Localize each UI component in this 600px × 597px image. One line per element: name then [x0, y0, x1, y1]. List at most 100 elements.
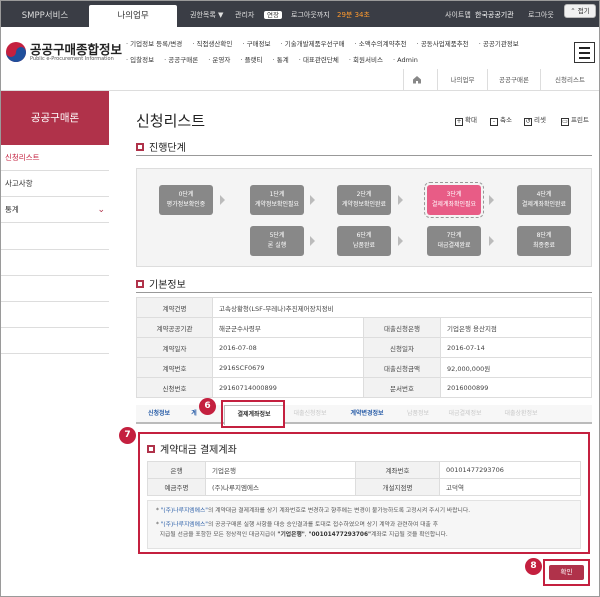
step-1: 1단계 계약정보확인필요	[250, 185, 304, 215]
contract-name-value: 고속상황청(LSF-무레나)추진제어장치정비	[212, 297, 592, 318]
nav-item[interactable]: 기업정보 등록/변경	[126, 40, 182, 48]
plus-icon: +	[455, 118, 463, 126]
arrow-right-icon	[398, 195, 403, 205]
tab-contract-change[interactable]: 계약변경정보	[338, 405, 396, 423]
section-square-icon	[147, 445, 155, 453]
nav-item[interactable]: Admin	[393, 56, 418, 64]
table-row: 예금주명 (주)나루지엠에스 개설지점명 고덕역	[147, 478, 581, 496]
notice-line: * "(주)나루지엠에스"의 공공구매론 실행 사항을 대승 승인결과를 토대로…	[156, 522, 439, 528]
print-button[interactable]: ▭ 프린트	[561, 114, 589, 126]
nav-item[interactable]: 대표관련단체	[299, 56, 339, 64]
extend-session-button[interactable]: 연장	[264, 11, 282, 19]
basic-info-section-title: 기본정보	[136, 276, 186, 291]
home-icon	[413, 76, 421, 84]
table-row: 은행 기업은행 계좌번호 00101477293706	[147, 461, 581, 479]
nav-item[interactable]: 공공기관정보	[479, 40, 519, 48]
arrow-right-icon	[310, 236, 315, 246]
tab-loan-application[interactable]: 대출신청정보	[284, 405, 336, 423]
nav-item[interactable]: 직접생산확인	[192, 40, 232, 48]
step-2: 2단계 계약정보확인완료	[337, 185, 391, 215]
tab-smpp-service[interactable]: SMPP서비스	[1, 5, 89, 27]
callout-badge: 8	[525, 558, 542, 575]
tab-repayment[interactable]: 대출상환정보	[494, 405, 548, 423]
table-row: 신청번호 29160714000899 문서번호 2016000899	[136, 377, 592, 398]
arrow-right-icon	[489, 195, 494, 205]
arrow-right-icon	[398, 236, 403, 246]
account-section-title: 계약대금 결제계좌	[147, 441, 237, 456]
highlight-box	[221, 400, 285, 428]
printer-icon: ▭	[561, 118, 569, 126]
nav-item[interactable]: 회원서비스	[349, 56, 383, 64]
basic-info-table: 계약건명 고속상황청(LSF-무레나)추진제어장치정비 계약공공기관 해군군수사…	[136, 297, 592, 398]
step-3-current: 3단계 결제계좌확인필요	[424, 182, 484, 218]
tab-delivery[interactable]: 납품정보	[398, 405, 438, 423]
progress-section-title: 진행단계	[136, 139, 186, 154]
account-notice: * "(주)나루지엠에스"의 계약대금 결제계좌를 상기 계좌번호로 변경하고 …	[147, 500, 581, 549]
step-8: 8단계 최종종료	[517, 226, 571, 256]
tab-payment-info[interactable]: 대금결제정보	[438, 405, 492, 423]
nav-item[interactable]: 운영자	[208, 56, 230, 64]
arrow-right-icon	[220, 195, 225, 205]
org-name: 한국공공기관	[475, 11, 514, 19]
callout-badge: 6	[199, 398, 216, 415]
nav-item[interactable]: 기술개발제품우선구매	[281, 40, 345, 48]
chevron-down-icon: ⌄	[97, 205, 105, 215]
step-5: 5단계 론 실행	[250, 226, 304, 256]
sitemap-link[interactable]: 사이트맵	[445, 9, 471, 21]
nav-item[interactable]: 공공구매론	[164, 56, 198, 64]
logout-link[interactable]: 로그아웃	[528, 9, 554, 21]
notice-line: * "(주)나루지엠에스"의 계약대금 결제계좌를 상기 계좌번호로 변경하고 …	[156, 508, 471, 514]
account-table: 은행 기업은행 계좌번호 00101477293706 예금주명 (주)나루지엠…	[147, 461, 581, 496]
table-row: 계약공공기관 해군군수사령부 대출신청은행 기업은행 용산지점	[136, 317, 592, 338]
nav-item[interactable]: 입찰정보	[126, 56, 154, 64]
table-row: 계약건명 고속상황청(LSF-무레나)추진제어장치정비	[136, 297, 592, 318]
zoom-in-button[interactable]: + 확대	[455, 114, 477, 126]
nav-item[interactable]: 구매정보	[242, 40, 270, 48]
main-nav: 기업정보 등록/변경 직접생산확인 구매정보 기술개발제품우선구매 소액수의계약…	[126, 36, 556, 68]
nav-item[interactable]: 소액수의계약추천	[355, 40, 407, 48]
reset-button[interactable]: ↺ 리셋	[524, 114, 546, 126]
minus-icon: -	[490, 118, 498, 126]
breadcrumb: 나의업무 공공구매론 신청리스트	[1, 69, 599, 91]
step-0: 0단계 평가정보확인중	[159, 185, 213, 215]
confirm-button[interactable]: 확인	[549, 565, 584, 580]
notice-line: 지급될 선금을 포함한 모든 정상적인 대금지급이 "기업은행", "00101…	[159, 532, 448, 538]
dropdown-arrow-icon: ▼	[218, 11, 224, 19]
fold-button[interactable]: ⌃ 접기	[564, 4, 596, 18]
step-4: 4단계 결제계좌확인완료	[517, 185, 571, 215]
taegeuk-logo-icon[interactable]	[5, 41, 27, 63]
progress-steps: 0단계 평가정보확인중 1단계 계약정보확인필요 2단계 계약정보확인완료 3단계 결제…	[136, 168, 592, 267]
auth-list-select[interactable]: 권한목록 ▼	[190, 9, 223, 21]
step-7: 7단계 대금결제완료	[427, 226, 481, 256]
sidebar-item-label: 통계	[5, 205, 19, 214]
zoom-out-button[interactable]: - 축소	[490, 114, 512, 126]
nav-item[interactable]: 공동사업제품추천	[417, 40, 469, 48]
sidebar-hero: 공공구매론	[1, 91, 109, 145]
sidebar-item-statistics[interactable]: 통계 ⌄	[1, 197, 109, 223]
arrow-right-icon	[489, 236, 494, 246]
breadcrumb-home[interactable]	[403, 69, 437, 91]
sidebar-item-incidents[interactable]: 사고사항	[1, 171, 109, 197]
reset-icon: ↺	[524, 118, 532, 126]
arrow-right-icon	[310, 195, 315, 205]
top-bar: SMPP서비스 나의업무 권한목록 ▼ 관리자 연장 로그아웃까지 29분 34…	[1, 1, 599, 27]
hamburger-menu-icon[interactable]	[574, 42, 595, 63]
nav-item[interactable]: 통계	[273, 56, 289, 64]
section-square-icon	[136, 280, 144, 288]
breadcrumb-item[interactable]: 공공구매론	[487, 69, 540, 91]
breadcrumb-item[interactable]: 나의업무	[437, 69, 487, 91]
breadcrumb-item[interactable]: 신청리스트	[540, 69, 599, 91]
logout-timer-label: 로그아웃까지	[291, 11, 330, 19]
tab-my-work[interactable]: 나의업무	[89, 5, 177, 27]
nav-item[interactable]: 플랫티	[240, 56, 262, 64]
callout-badge: 7	[119, 427, 136, 444]
logout-timer-value: 29분 34초	[337, 11, 370, 19]
admin-label: 관리자	[235, 11, 255, 19]
highlight-box: 확인	[543, 559, 590, 586]
table-row: 계약일자 2016-07-08 신청일자 2016-07-14	[136, 337, 592, 358]
page-title: 신청리스트	[136, 112, 206, 130]
tab-application-info[interactable]: 신청정보	[140, 405, 178, 423]
logo-subtitle: Public e-Procurement Information	[30, 56, 114, 62]
step-6: 6단계 납품완료	[337, 226, 391, 256]
sidebar-item-application-list[interactable]: 신청리스트	[1, 145, 109, 171]
